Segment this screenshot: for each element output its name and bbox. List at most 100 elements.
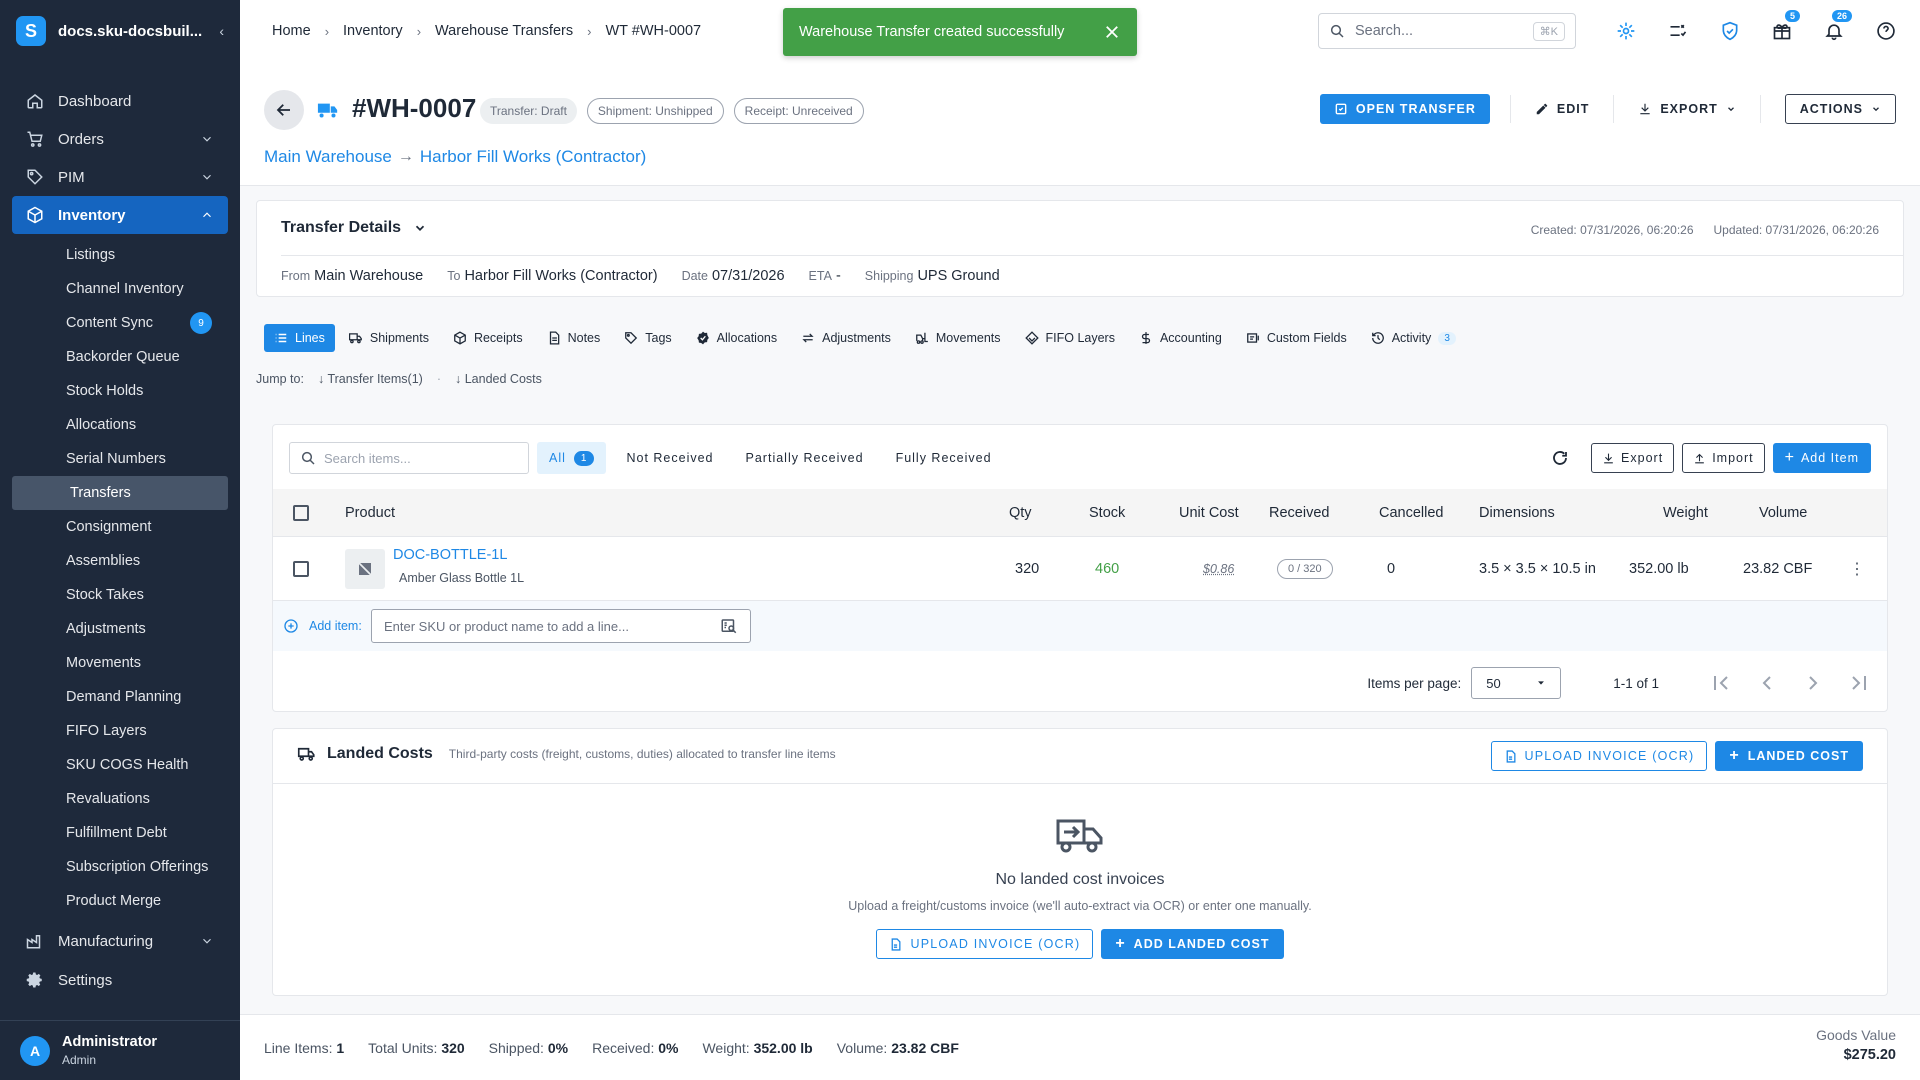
- security-button[interactable]: [1708, 13, 1752, 49]
- tab-label: Custom Fields: [1266, 331, 1347, 345]
- breadcrumb-home[interactable]: Home: [272, 23, 311, 39]
- last-page-icon[interactable]: [1847, 671, 1871, 695]
- sidebar-item-assemblies[interactable]: Assemblies: [12, 544, 228, 578]
- more-vert-icon[interactable]: ⋮: [1849, 559, 1865, 579]
- breadcrumb-warehouse-transfers[interactable]: Warehouse Transfers: [435, 23, 573, 39]
- refresh-icon[interactable]: [1551, 449, 1569, 467]
- sidebar-item-settings[interactable]: Settings: [0, 960, 240, 1000]
- tab-fifo-layers[interactable]: FIFO Layers: [1015, 324, 1125, 352]
- tab-accounting[interactable]: Accounting: [1129, 324, 1232, 352]
- empty-add-landed-cost-button[interactable]: + ADD LANDED COST: [1101, 929, 1284, 959]
- help-button[interactable]: [1864, 13, 1908, 49]
- col-volume[interactable]: Volume: [1759, 505, 1807, 521]
- sidebar-item-sku-cogs-health[interactable]: SKU COGS Health: [12, 748, 228, 782]
- breadcrumb-inventory[interactable]: Inventory: [343, 23, 403, 39]
- tab-lines[interactable]: Lines: [264, 324, 335, 352]
- col-received[interactable]: Received: [1269, 505, 1329, 521]
- next-page-icon[interactable]: [1801, 671, 1825, 695]
- col-unit-cost[interactable]: Unit Cost: [1179, 505, 1239, 521]
- back-button[interactable]: [264, 90, 304, 130]
- open-transfer-button[interactable]: OPEN TRANSFER: [1319, 94, 1490, 124]
- select-all-checkbox[interactable]: [293, 504, 309, 521]
- sidebar-item-pim[interactable]: PIM: [12, 158, 228, 196]
- upload-invoice-button[interactable]: UPLOAD INVOICE (OCR): [1490, 741, 1708, 771]
- export-items-button[interactable]: Export: [1591, 443, 1675, 473]
- sidebar-item-fulfillment-debt[interactable]: Fulfillment Debt: [12, 816, 228, 850]
- sidebar-item-dashboard[interactable]: Dashboard: [12, 82, 228, 120]
- transfer-details-toggle[interactable]: Transfer Details: [281, 219, 427, 237]
- cell-unit-cost[interactable]: $0.86: [1203, 562, 1234, 576]
- filter-not-received[interactable]: Not Received: [614, 442, 725, 474]
- add-item-button[interactable]: + Add Item: [1772, 443, 1871, 473]
- col-product[interactable]: Product: [345, 505, 395, 521]
- sidebar-item-movements[interactable]: Movements: [12, 646, 228, 680]
- filter-partially-received[interactable]: Partially Received: [734, 442, 876, 474]
- sidebar-item-serial-numbers[interactable]: Serial Numbers: [12, 442, 228, 476]
- sidebar-item-inventory[interactable]: Inventory: [12, 196, 228, 234]
- gifts-button[interactable]: 5: [1760, 10, 1804, 49]
- tab-custom-fields[interactable]: Custom Fields: [1236, 324, 1357, 352]
- sidebar-item-demand-planning[interactable]: Demand Planning: [12, 680, 228, 714]
- filter-fully-received[interactable]: Fully Received: [884, 442, 1004, 474]
- add-landed-cost-button[interactable]: + LANDED COST: [1715, 741, 1863, 771]
- jump-link-landed[interactable]: ↓ Landed Costs: [455, 372, 542, 386]
- sidebar-item-stock-holds[interactable]: Stock Holds: [12, 374, 228, 408]
- sidebar-item-content-sync[interactable]: Content Sync 9: [12, 306, 228, 340]
- first-page-icon[interactable]: [1709, 671, 1733, 695]
- sidebar-item-label: Serial Numbers: [66, 451, 166, 467]
- sidebar-item-product-merge[interactable]: Product Merge: [12, 884, 228, 918]
- sidebar-item-backorder-queue[interactable]: Backorder Queue: [12, 340, 228, 374]
- filter-all[interactable]: All 1: [537, 442, 607, 474]
- export-button[interactable]: EXPORT: [1618, 94, 1755, 124]
- sidebar-item-subscription-offerings[interactable]: Subscription Offerings: [12, 850, 228, 884]
- edit-button[interactable]: EDIT: [1515, 94, 1609, 124]
- chevron-left-icon[interactable]: ‹: [219, 23, 224, 39]
- close-icon[interactable]: [1103, 23, 1121, 41]
- user-menu[interactable]: A Administrator Admin: [0, 1020, 240, 1080]
- barcode-search-icon[interactable]: [720, 617, 738, 635]
- import-items-button[interactable]: Import: [1682, 443, 1765, 473]
- sidebar-item-channel-inventory[interactable]: Channel Inventory: [12, 272, 228, 306]
- table-row[interactable]: DOC-BOTTLE-1L Amber Glass Bottle 1L 320 …: [273, 537, 1887, 601]
- add-item-input[interactable]: Enter SKU or product name to add a line.…: [371, 609, 751, 643]
- sidebar-item-adjustments[interactable]: Adjustments: [12, 612, 228, 646]
- tasks-button[interactable]: [1656, 13, 1700, 49]
- sidebar-item-stock-takes[interactable]: Stock Takes: [12, 578, 228, 612]
- product-sku-link[interactable]: DOC-BOTTLE-1L: [393, 547, 524, 563]
- col-weight[interactable]: Weight: [1663, 505, 1708, 521]
- tab-adjustments[interactable]: Adjustments: [791, 324, 901, 352]
- jump-link-items[interactable]: ↓ Transfer Items(1): [318, 372, 423, 386]
- sidebar-item-manufacturing[interactable]: Manufacturing: [12, 922, 228, 960]
- sidebar-item-orders[interactable]: Orders: [12, 120, 228, 158]
- tab-shipments[interactable]: Shipments: [339, 324, 439, 352]
- empty-upload-invoice-button[interactable]: UPLOAD INVOICE (OCR): [876, 929, 1094, 959]
- item-search-input[interactable]: Search items...: [289, 442, 529, 474]
- sidebar-item-listings[interactable]: Listings: [12, 238, 228, 272]
- row-checkbox[interactable]: [293, 560, 309, 577]
- tab-receipts[interactable]: Receipts: [443, 324, 533, 352]
- cell-received[interactable]: 0 / 320: [1277, 558, 1333, 579]
- tab-tags[interactable]: Tags: [614, 324, 681, 352]
- col-stock[interactable]: Stock: [1089, 505, 1125, 521]
- route-from-link[interactable]: Main Warehouse: [264, 147, 392, 167]
- sidebar-item-fifo-layers[interactable]: FIFO Layers: [12, 714, 228, 748]
- per-page-select[interactable]: 50: [1471, 667, 1562, 699]
- ai-sparkle-button[interactable]: [1604, 13, 1648, 49]
- global-search-input[interactable]: Search... ⌘K: [1318, 13, 1576, 49]
- sidebar-item-transfers[interactable]: Transfers: [12, 476, 228, 510]
- tab-movements[interactable]: Movements: [905, 324, 1011, 352]
- sidebar-item-revaluations[interactable]: Revaluations: [12, 782, 228, 816]
- prev-page-icon[interactable]: [1755, 671, 1779, 695]
- sidebar-item-consignment[interactable]: Consignment: [12, 510, 228, 544]
- brand[interactable]: S docs.sku-docsbuil... ‹: [0, 0, 240, 62]
- col-qty[interactable]: Qty: [1009, 505, 1032, 521]
- sidebar-item-allocations[interactable]: Allocations: [12, 408, 228, 442]
- actions-menu-button[interactable]: ACTIONS: [1784, 94, 1896, 124]
- tab-notes[interactable]: Notes: [537, 324, 611, 352]
- tab-allocations[interactable]: Allocations: [686, 324, 787, 352]
- route-to-link[interactable]: Harbor Fill Works (Contractor): [420, 147, 646, 167]
- col-cancelled[interactable]: Cancelled: [1379, 505, 1444, 521]
- col-dimensions[interactable]: Dimensions: [1479, 505, 1555, 521]
- notifications-button[interactable]: 26: [1812, 10, 1856, 49]
- tab-activity[interactable]: Activity 3: [1361, 324, 1466, 352]
